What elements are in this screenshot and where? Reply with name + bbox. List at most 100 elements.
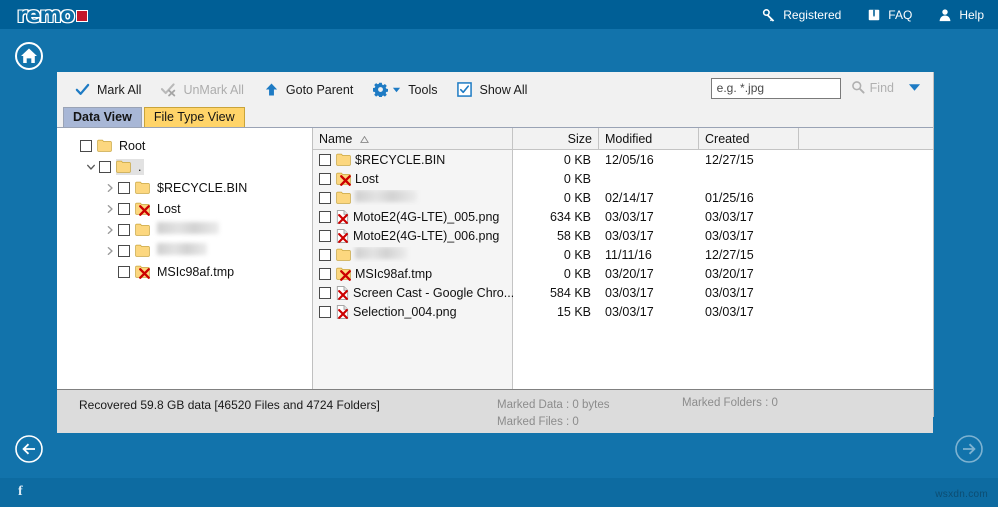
chevron-right-icon[interactable] [102, 225, 118, 235]
table-row[interactable]: MotoE2(4G-LTE)_006.png 58 KB 03/03/17 03/03… [313, 226, 933, 245]
tab-file-type-view[interactable]: File Type View [143, 107, 245, 127]
cell-size: 584 KB [549, 285, 591, 300]
cell-created: 03/03/17 [705, 285, 754, 300]
tools-button[interactable]: Tools [363, 77, 447, 103]
row-name-label: Selection_004.png [353, 304, 457, 319]
facebook-icon[interactable]: f [18, 484, 23, 500]
tree-item-checkbox[interactable] [118, 244, 130, 257]
back-button[interactable] [14, 434, 44, 464]
tree-item[interactable] [64, 240, 312, 261]
tree-item-checkbox[interactable] [118, 223, 130, 236]
chevron-right-icon[interactable] [102, 183, 118, 193]
file-deleted-icon [336, 209, 349, 224]
column-header-created[interactable]: Created [699, 128, 799, 149]
tree-item-checkbox[interactable] [118, 202, 130, 215]
book-icon [867, 8, 881, 22]
show-all-button[interactable]: Show All [447, 77, 537, 103]
tree-item-checkbox[interactable] [118, 265, 130, 278]
find-button[interactable]: Find [851, 80, 894, 97]
cell-name: Screen Cast - Google Chro... [313, 286, 513, 300]
table-row[interactable]: Selection_004.png 15 KB 03/03/17 03/03/17 [313, 302, 933, 321]
tree-item-checkbox[interactable] [99, 160, 111, 173]
unmark-all-label: UnMark All [183, 82, 244, 97]
table-row[interactable]: $RECYCLE.BIN 0 KB 12/05/16 12/27/15 [313, 150, 933, 169]
row-checkbox[interactable] [319, 305, 331, 318]
tree-item[interactable]: Root [64, 135, 312, 156]
check-icon [75, 82, 90, 97]
status-bar: Recovered 59.8 GB data [46520 Files and … [57, 389, 933, 433]
tree-item[interactable]: Lost [64, 198, 312, 219]
folder-icon [336, 153, 351, 166]
row-name-label [355, 247, 407, 262]
row-checkbox[interactable] [319, 191, 331, 204]
folder-icon [135, 181, 150, 194]
goto-parent-button[interactable]: Goto Parent [254, 77, 363, 103]
folder-icon [97, 139, 112, 152]
chevron-down-icon[interactable] [83, 162, 99, 172]
column-header-modified[interactable]: Modified [599, 128, 699, 149]
tree-item[interactable]: . [64, 156, 312, 177]
chevron-right-icon[interactable] [102, 204, 118, 214]
tree-item-checkbox[interactable] [80, 139, 92, 152]
tab-data-view[interactable]: Data View [63, 107, 142, 127]
tree-item[interactable]: $RECYCLE.BIN [64, 177, 312, 198]
row-checkbox[interactable] [319, 248, 331, 261]
main-window: Mark All UnMark All Goto Parent Tools Sh… [57, 72, 934, 433]
tree-item-label: Root [119, 138, 146, 153]
row-name-label: MotoE2(4G-LTE)_006.png [353, 228, 500, 243]
mark-all-button[interactable]: Mark All [65, 77, 151, 103]
tree-item-checkbox[interactable] [118, 181, 130, 194]
forward-button[interactable] [954, 434, 984, 464]
uncheck-icon [161, 82, 176, 97]
table-row[interactable]: Lost 0 KB [313, 169, 933, 188]
file-list[interactable]: Name Size Modified Created $RECYCLE.BIN 0… [313, 128, 933, 389]
table-row[interactable]: Screen Cast - Google Chro... 584 KB 03/03/… [313, 283, 933, 302]
table-row[interactable]: MotoE2(4G-LTE)_005.png 634 KB 03/03/17 03/0… [313, 207, 933, 226]
table-row[interactable]: MSIc98af.tmp 0 KB 03/20/17 03/20/17 [313, 264, 933, 283]
forward-arrow-icon [954, 435, 984, 468]
tools-dropdown-icon[interactable] [392, 85, 401, 94]
registered-link[interactable]: Registered [762, 8, 841, 22]
logo-square-icon [75, 10, 88, 22]
row-checkbox[interactable] [319, 210, 331, 223]
row-name-label: MSIc98af.tmp [355, 266, 433, 281]
cell-name: MotoE2(4G-LTE)_005.png [313, 210, 513, 224]
cell-modified: 03/03/17 [605, 209, 654, 224]
column-header-name[interactable]: Name [313, 128, 513, 149]
find-label: Find [869, 81, 894, 95]
cell-size: 0 KB [563, 190, 591, 205]
unmark-all-button[interactable]: UnMark All [151, 77, 253, 103]
search-input[interactable] [710, 77, 841, 99]
mark-all-label: Mark All [97, 82, 142, 97]
row-checkbox[interactable] [319, 267, 331, 280]
home-button[interactable] [14, 41, 44, 71]
cell-created: 03/03/17 [705, 228, 754, 243]
table-row[interactable]: 0 KB 02/14/17 01/25/16 [313, 188, 933, 207]
tree-item[interactable]: MSIc98af.tmp [64, 261, 312, 282]
help-link[interactable]: Help [938, 8, 984, 22]
cell-created: 03/20/17 [705, 266, 754, 281]
row-checkbox[interactable] [319, 153, 331, 166]
cell-size: 0 KB [563, 247, 591, 262]
folder-tree[interactable]: Root. $RECYCLE.BIN Lost MSIc98af.tmp [57, 128, 313, 389]
row-checkbox[interactable] [319, 229, 331, 242]
search-dropdown-button[interactable] [904, 77, 925, 99]
file-deleted-icon [336, 304, 349, 319]
row-name-label [355, 190, 417, 205]
row-name-label: $RECYCLE.BIN [355, 152, 446, 167]
column-header-size[interactable]: Size [513, 128, 599, 149]
redacted-name [355, 247, 407, 259]
table-row[interactable]: 0 KB 11/11/16 12/27/15 [313, 245, 933, 264]
redacted-name [157, 222, 219, 234]
cell-size: 0 KB [563, 266, 591, 281]
column-header-name-label: Name [319, 131, 353, 146]
toolbar: Mark All UnMark All Goto Parent Tools Sh… [57, 72, 933, 107]
tree-item[interactable] [64, 219, 312, 240]
row-checkbox[interactable] [319, 172, 331, 185]
faq-link[interactable]: FAQ [867, 8, 912, 22]
person-icon [938, 8, 952, 22]
tree-item-content: Lost [135, 201, 184, 217]
chevron-right-icon[interactable] [102, 246, 118, 256]
row-checkbox[interactable] [319, 286, 331, 299]
cell-modified: 03/03/17 [605, 304, 654, 319]
